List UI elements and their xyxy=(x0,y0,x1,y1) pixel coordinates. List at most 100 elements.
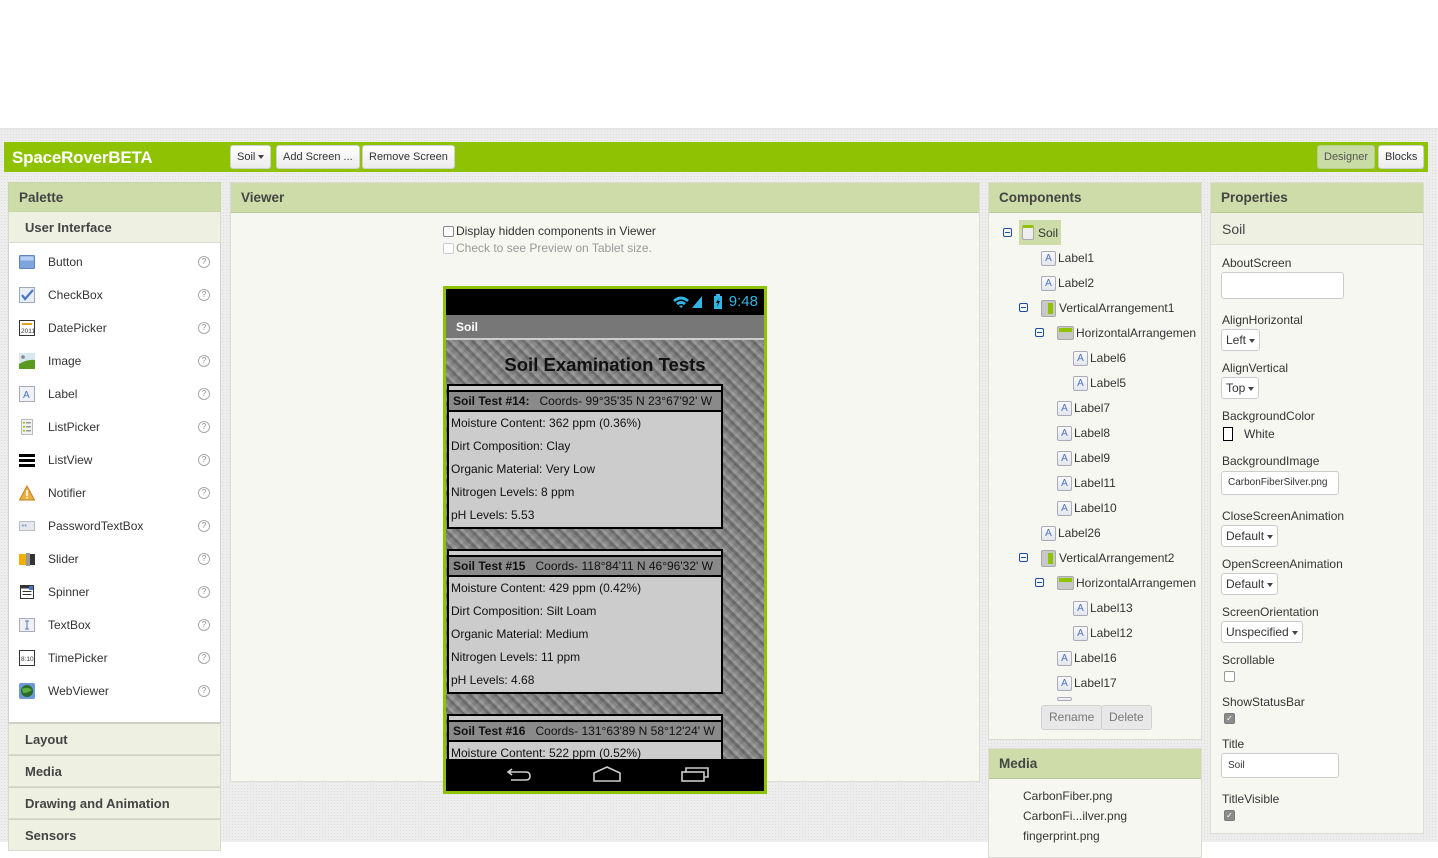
checkbox-box[interactable] xyxy=(443,225,454,237)
palette-item-spinner[interactable]: Spinner? xyxy=(9,575,220,608)
palette-category-drawing-and-animation[interactable]: Drawing and Animation xyxy=(8,787,221,819)
collapse-toggle-icon[interactable] xyxy=(1003,228,1012,237)
tree-node-label[interactable]: A Label13 xyxy=(1073,597,1133,619)
title-input[interactable]: Soil xyxy=(1221,753,1339,778)
label-icon: A xyxy=(1057,675,1072,691)
tree-node-screen[interactable]: Soil xyxy=(1019,220,1062,245)
tree-node-label[interactable]: A Label11 xyxy=(1057,472,1116,494)
help-icon[interactable]: ? xyxy=(198,420,210,433)
tree-node-horizontal[interactable]: HorizontalArrangemen xyxy=(1057,572,1196,594)
collapse-toggle-icon[interactable] xyxy=(1019,303,1028,312)
about-screen-label: AboutScreen xyxy=(1222,256,1292,270)
help-icon[interactable]: ? xyxy=(198,486,210,499)
help-icon[interactable]: ? xyxy=(198,288,210,301)
tree-node-vertical[interactable]: VerticalArrangement1 xyxy=(1041,297,1174,319)
palette-item-label: DatePicker xyxy=(48,320,107,335)
checkbox-icon xyxy=(19,286,35,303)
home-icon[interactable] xyxy=(592,765,622,783)
remove-screen-button[interactable]: Remove Screen xyxy=(362,145,455,169)
collapse-toggle-icon[interactable] xyxy=(1035,328,1044,337)
help-icon[interactable]: ? xyxy=(198,387,210,400)
screen-select-dropdown[interactable]: Soil xyxy=(230,145,272,169)
rename-button[interactable]: Rename xyxy=(1041,705,1103,730)
palette-item-slider[interactable]: Slider? xyxy=(9,542,220,575)
soil-test-line: Nitrogen Levels: 11 ppm xyxy=(451,650,581,664)
collapse-toggle-icon[interactable] xyxy=(1035,578,1044,587)
add-screen-button[interactable]: Add Screen ... xyxy=(276,145,360,169)
scrollable-label: Scrollable xyxy=(1222,653,1275,667)
palette-item-timepicker[interactable]: 8:10 TimePicker? xyxy=(9,641,220,674)
checkbox-box[interactable] xyxy=(443,242,454,254)
tablet-preview-checkbox[interactable]: Check to see Preview on Tablet size. xyxy=(443,241,652,255)
help-icon[interactable]: ? xyxy=(198,651,210,664)
help-icon[interactable]: ? xyxy=(198,255,210,268)
back-icon[interactable] xyxy=(506,765,532,783)
collapse-toggle-icon[interactable] xyxy=(1019,553,1028,562)
delete-button[interactable]: Delete xyxy=(1101,705,1152,730)
media-file[interactable]: fingerprint.png xyxy=(1023,829,1100,843)
about-screen-textarea[interactable] xyxy=(1221,272,1344,299)
tree-node-label[interactable]: A Label9 xyxy=(1057,447,1110,469)
open-animation-select[interactable]: Default xyxy=(1221,573,1279,595)
recent-apps-icon[interactable] xyxy=(680,765,710,783)
help-icon[interactable]: ? xyxy=(198,453,210,466)
media-file[interactable]: CarbonFi...ilver.png xyxy=(1023,809,1127,823)
tree-node-label[interactable]: A Label16 xyxy=(1057,647,1117,669)
palette-item-passwordtextbox[interactable]: ** PasswordTextBox? xyxy=(9,509,220,542)
palette-item-image[interactable]: Image? xyxy=(9,344,220,377)
tree-node-label[interactable]: A Label17 xyxy=(1057,672,1117,694)
soil-test-header: Soil Test #14: Coords- 99°35'35 N 23°67'9… xyxy=(449,392,721,412)
tree-node-label[interactable]: A Label1 xyxy=(1041,247,1094,269)
help-icon[interactable]: ? xyxy=(198,618,210,631)
tree-node-label[interactable]: A Label7 xyxy=(1057,397,1110,419)
close-animation-select[interactable]: Default xyxy=(1221,525,1279,547)
palette-category-layout[interactable]: Layout xyxy=(8,723,221,755)
palette-item-textbox[interactable]: TextBox? xyxy=(9,608,220,641)
background-image-input[interactable]: CarbonFiberSilver.png xyxy=(1221,471,1339,495)
help-icon[interactable]: ? xyxy=(198,684,210,697)
palette-category-media[interactable]: Media xyxy=(8,755,221,787)
show-status-bar-checkbox[interactable]: ✓ xyxy=(1224,713,1235,724)
tree-node-vertical[interactable]: VerticalArrangement2 xyxy=(1041,547,1174,569)
designer-button[interactable]: Designer xyxy=(1317,145,1376,169)
tree-node-label[interactable]: A Label2 xyxy=(1041,272,1094,294)
horizontal-arrangement-icon xyxy=(1057,326,1074,340)
tree-node-label[interactable]: A Label12 xyxy=(1073,622,1133,644)
palette-item-button[interactable]: Button? xyxy=(9,245,220,278)
tree-node-label: Label5 xyxy=(1090,376,1127,390)
blocks-button[interactable]: Blocks xyxy=(1378,145,1425,169)
phone-clock: 9:48 xyxy=(728,293,758,310)
palette-item-listpicker[interactable]: ListPicker? xyxy=(9,410,220,443)
help-icon[interactable]: ? xyxy=(198,552,210,565)
scrollable-checkbox[interactable] xyxy=(1224,671,1235,682)
align-vertical-select[interactable]: Top xyxy=(1221,377,1260,399)
palette-item-notifier[interactable]: Notifier? xyxy=(9,476,220,509)
tree-node-label: Label12 xyxy=(1090,626,1133,640)
palette-item-datepicker[interactable]: 2011 DatePicker? xyxy=(9,311,220,344)
tree-node-label[interactable]: A Label10 xyxy=(1057,497,1117,519)
tree-node-label[interactable]: A Label5 xyxy=(1073,372,1126,394)
title-visible-checkbox[interactable]: ✓ xyxy=(1224,810,1235,821)
tree-node-label[interactable]: A Label6 xyxy=(1073,347,1126,369)
close-animation-value: Default xyxy=(1226,529,1265,543)
help-icon[interactable]: ? xyxy=(198,519,210,532)
screen-orientation-select[interactable]: Unspecified xyxy=(1221,621,1303,643)
tree-node-horizontal[interactable]: HorizontalArrangemen xyxy=(1057,322,1196,344)
help-icon[interactable]: ? xyxy=(198,354,210,367)
media-file[interactable]: CarbonFiber.png xyxy=(1023,789,1112,803)
palette-section-user-interface[interactable]: User Interface xyxy=(8,212,221,243)
help-icon[interactable]: ? xyxy=(198,585,210,598)
palette-item-webviewer[interactable]: WebViewer? xyxy=(9,674,220,707)
palette-item-label[interactable]: A Label? xyxy=(9,377,220,410)
palette-item-checkbox[interactable]: CheckBox? xyxy=(9,278,220,311)
help-icon[interactable]: ? xyxy=(198,321,210,334)
tree-node-label[interactable]: A Label26 xyxy=(1041,522,1101,544)
palette-category-sensors[interactable]: Sensors xyxy=(8,819,221,851)
display-hidden-checkbox[interactable]: Display hidden components in Viewer xyxy=(443,224,656,238)
tree-node-label[interactable]: A Label8 xyxy=(1057,422,1110,444)
align-horizontal-select[interactable]: Left xyxy=(1221,329,1261,351)
palette-item-listview[interactable]: ListView? xyxy=(9,443,220,476)
listpicker-icon xyxy=(19,418,35,435)
background-color-picker[interactable]: White xyxy=(1223,427,1275,441)
components-title: Components xyxy=(989,183,1201,213)
